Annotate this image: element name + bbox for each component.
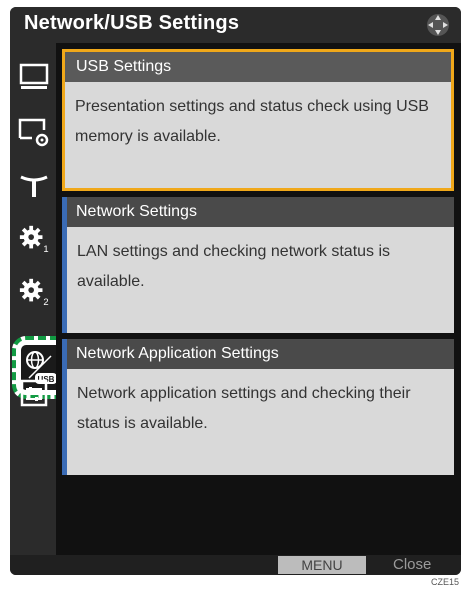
svg-text:2: 2 xyxy=(43,296,48,307)
gear-2-icon: 2 xyxy=(19,278,49,307)
sidebar: 1 2 USB xyxy=(10,43,70,555)
card-title: Network Application Settings xyxy=(67,339,454,369)
gear-1-icon: 1 xyxy=(19,225,49,254)
menu-card-network-settings[interactable]: Network Settings LAN settings and checki… xyxy=(62,197,454,333)
monitor-icon xyxy=(19,63,49,89)
menu-card-network-application-settings[interactable]: Network Application Settings Network app… xyxy=(62,339,454,475)
menu-card-usb-settings[interactable]: USB Settings Presentation settings and s… xyxy=(62,49,454,191)
main-content: USB Settings Presentation settings and s… xyxy=(56,43,461,555)
sidebar-item-display-settings[interactable] xyxy=(18,117,50,149)
footer-bar: MENU Close xyxy=(10,555,461,575)
status-list-icon xyxy=(20,379,48,407)
card-description: LAN settings and checking network status… xyxy=(77,243,391,290)
sidebar-item-display[interactable] xyxy=(18,61,50,93)
menu-button[interactable]: MENU xyxy=(278,556,366,574)
card-title: USB Settings xyxy=(65,52,451,82)
direction-pad-icon xyxy=(425,12,451,38)
title-bar: Network/USB Settings xyxy=(10,7,461,43)
card-title: Network Settings xyxy=(67,197,454,227)
sidebar-item-settings-2[interactable]: 2 xyxy=(18,276,50,308)
display-settings-icon xyxy=(18,118,49,147)
figure-code: CZE15 xyxy=(430,577,459,587)
antenna-icon xyxy=(20,175,48,197)
sidebar-item-status[interactable] xyxy=(18,377,50,409)
app-window: Network/USB Settings 1 2 USB USB Setting… xyxy=(10,7,461,575)
window-title: Network/USB Settings xyxy=(24,12,240,34)
close-button[interactable]: Close xyxy=(393,556,431,574)
card-description: Presentation settings and status check u… xyxy=(75,98,429,145)
card-description: Network application settings and checkin… xyxy=(77,385,411,432)
sidebar-item-settings-1[interactable]: 1 xyxy=(18,223,50,255)
svg-text:1: 1 xyxy=(43,243,48,254)
sidebar-item-antenna[interactable] xyxy=(18,170,50,202)
